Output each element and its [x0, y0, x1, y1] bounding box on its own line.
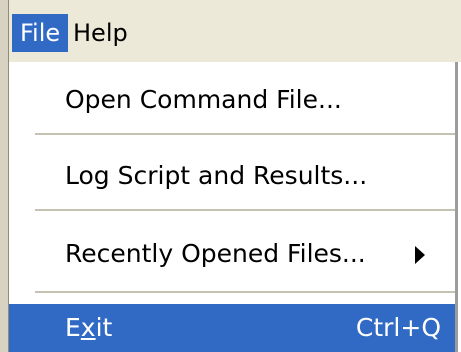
file-dropdown-menu: Open Command File... Log Script and Resu… — [9, 62, 458, 352]
menu-item-log-script-and-results[interactable]: Log Script and Results... — [9, 146, 455, 206]
menu-item-shortcut: Ctrl+Q — [355, 313, 441, 342]
menu-item-label: Recently Opened Files... — [65, 239, 366, 268]
submenu-arrow-icon — [415, 246, 425, 264]
exit-label-prefix: E — [65, 313, 81, 342]
menu-separator — [35, 209, 455, 211]
menu-separator — [35, 133, 455, 135]
menu-help[interactable]: Help — [65, 14, 136, 52]
application-window: File Help Open Command File... Log Scrip… — [0, 0, 461, 352]
menu-item-recently-opened-files[interactable]: Recently Opened Files... — [9, 224, 455, 284]
window-left-border — [0, 0, 9, 352]
menu-item-label: Open Command File... — [65, 85, 342, 114]
menu-item-label: Exit — [65, 304, 112, 352]
exit-label-suffix: it — [95, 313, 113, 342]
menu-item-exit[interactable]: Exit Ctrl+Q — [9, 304, 455, 352]
exit-label-mnemonic: x — [80, 313, 96, 342]
menu-bar: File Help — [9, 0, 461, 62]
menu-item-open-command-file[interactable]: Open Command File... — [9, 70, 455, 130]
menu-item-label: Log Script and Results... — [65, 161, 368, 190]
menu-file[interactable]: File — [12, 14, 69, 52]
menu-separator — [35, 291, 455, 293]
